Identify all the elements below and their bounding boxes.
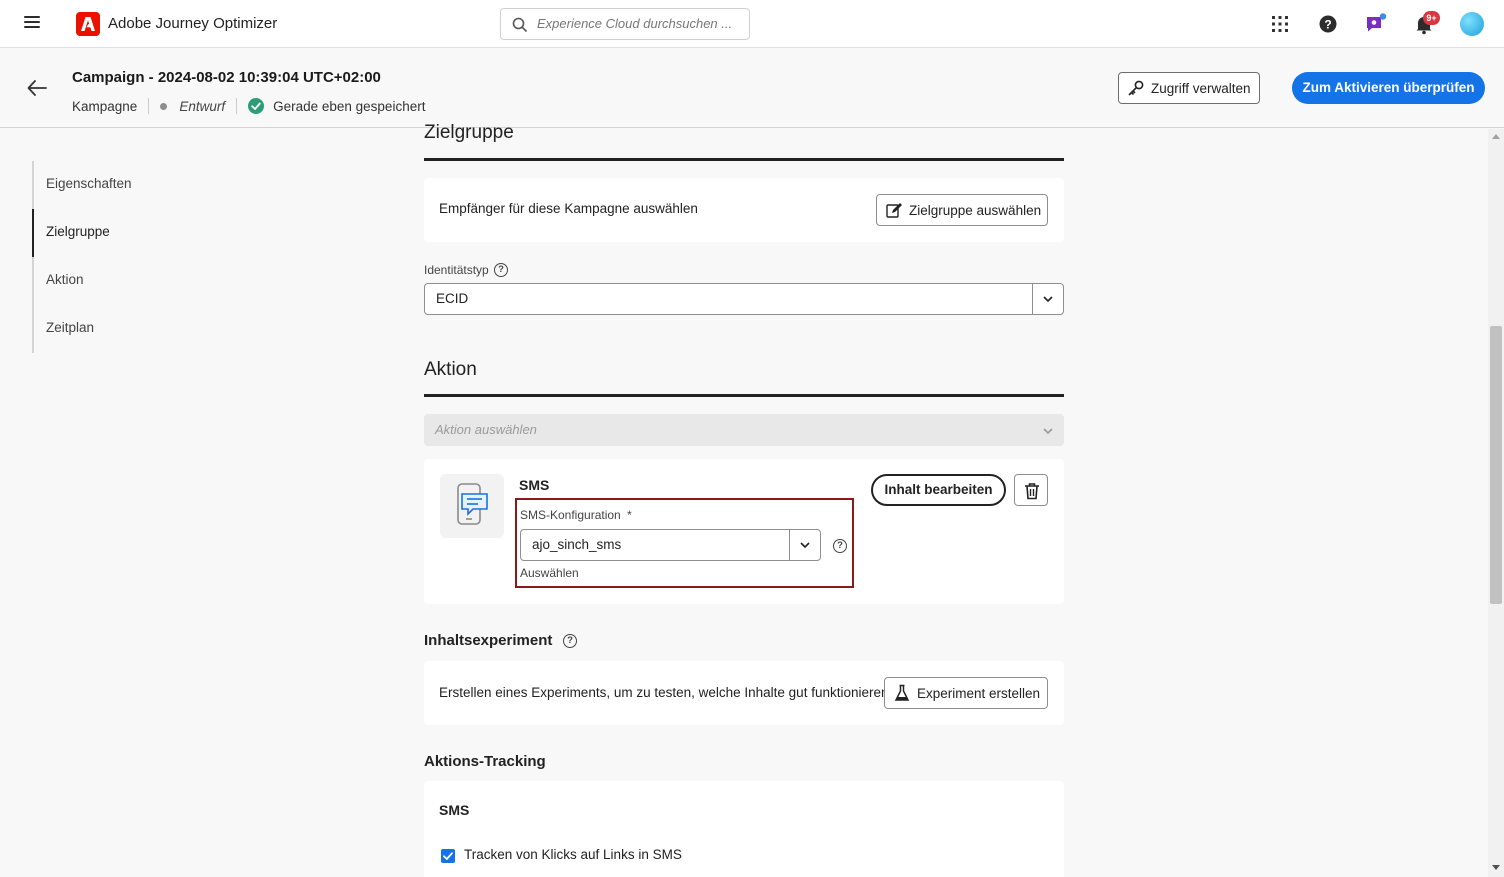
search-field[interactable]: Experience Cloud durchsuchen ... (500, 8, 750, 40)
section-rule (424, 158, 1064, 161)
select-audience-button[interactable]: Zielgruppe auswählen (876, 194, 1048, 226)
campaign-type: Kampagne (72, 98, 138, 114)
edit-content-button[interactable]: Inhalt bearbeiten (871, 474, 1006, 506)
experiment-heading: Inhaltsexperiment (424, 632, 553, 649)
nav-item-zeitplan[interactable]: Zeitplan (46, 320, 94, 335)
experiment-text: Erstellen eines Experiments, um zu teste… (439, 685, 893, 700)
chevron-down-icon (789, 530, 820, 560)
required-marker: * (627, 508, 632, 522)
delete-action-button[interactable] (1014, 474, 1048, 506)
sms-config-hint: Auswählen (520, 566, 579, 580)
identity-type-value: ECID (436, 291, 469, 306)
nav-item-aktion[interactable]: Aktion (46, 272, 84, 287)
sms-config-highlight: SMS-Konfiguration * ajo_sinch_sms ? Ausw… (515, 498, 854, 588)
campaign-meta: Kampagne Entwurf Gerade eben gespeichert (72, 98, 425, 114)
create-experiment-button[interactable]: Experiment erstellen (884, 677, 1048, 709)
manage-access-button[interactable]: Zugriff verwalten (1118, 72, 1260, 104)
action-heading: Aktion (424, 359, 477, 380)
nav-item-eigenschaften[interactable]: Eigenschaften (46, 176, 132, 191)
edit-icon (886, 203, 902, 218)
experiment-help-icon[interactable]: ? (563, 634, 577, 648)
search-icon (512, 17, 528, 33)
sms-config-value: ajo_sinch_sms (532, 537, 622, 552)
track-clicks-checkbox[interactable] (441, 849, 455, 863)
audience-prompt: Empfänger für diese Kampagne auswählen (439, 201, 698, 216)
sms-action-card: SMS SMS-Konfiguration * ajo_sinch_sms ? … (424, 459, 1064, 604)
nav-item-zielgruppe[interactable]: Zielgruppe (46, 224, 110, 239)
divider (236, 98, 238, 114)
campaign-title: Campaign - 2024-08-02 10:39:04 UTC+02:00 (72, 69, 381, 86)
review-to-activate-button[interactable]: Zum Aktivieren überprüfen (1292, 72, 1485, 104)
menu-icon[interactable] (24, 16, 40, 30)
identity-help-icon[interactable]: ? (494, 263, 508, 277)
notification-count-badge: 9+ (1423, 11, 1440, 25)
section-rule (424, 394, 1064, 397)
check-circle-icon (248, 98, 265, 114)
campaign-header: Campaign - 2024-08-02 10:39:04 UTC+02:00… (0, 49, 1504, 128)
key-icon (1128, 80, 1144, 96)
sms-channel-icon (440, 474, 504, 538)
top-bar: Adobe Journey Optimizer Experience Cloud… (0, 0, 1504, 48)
active-indicator (32, 209, 34, 257)
search-placeholder: Experience Cloud durchsuchen ... (537, 16, 733, 31)
svg-text:?: ? (1324, 18, 1331, 32)
channel-title: SMS (519, 477, 550, 493)
status-dot-icon (160, 102, 168, 110)
identity-type-label: Identitätstyp (424, 263, 489, 277)
flask-icon (894, 684, 910, 701)
chevron-down-icon (1043, 428, 1053, 435)
scrollbar-thumb[interactable] (1490, 326, 1502, 604)
divider (148, 98, 150, 114)
section-nav: Eigenschaften Zielgruppe Aktion Zeitplan (32, 161, 232, 353)
create-experiment-label: Experiment erstellen (917, 685, 1041, 701)
user-avatar[interactable] (1460, 12, 1484, 36)
scroll-up-arrow-icon[interactable] (1492, 134, 1500, 139)
experiment-card: Erstellen eines Experiments, um zu teste… (424, 661, 1064, 725)
action-select-dropdown: Aktion auswählen (424, 414, 1064, 446)
tracking-card: SMS Tracken von Klicks auf Links in SMS (424, 781, 1064, 877)
track-clicks-label: Tracken von Klicks auf Links in SMS (464, 847, 682, 862)
app-title: Adobe Journey Optimizer (108, 15, 278, 32)
save-status: Gerade eben gespeichert (273, 98, 426, 114)
sms-config-dropdown[interactable]: ajo_sinch_sms (520, 529, 821, 561)
chat-assistant-icon[interactable] (1364, 12, 1388, 36)
trash-icon (1025, 483, 1039, 500)
adobe-logo-icon[interactable] (76, 12, 100, 36)
tracking-channel-title: SMS (439, 802, 470, 818)
scroll-down-arrow-icon[interactable] (1492, 865, 1500, 870)
chevron-down-icon (1032, 284, 1063, 314)
manage-access-label: Zugriff verwalten (1151, 80, 1251, 96)
status-label: Entwurf (179, 98, 226, 114)
sms-config-label: SMS-Konfiguration * (520, 508, 632, 522)
audience-heading: Zielgruppe (424, 122, 514, 143)
help-icon[interactable]: ? (1316, 12, 1340, 36)
back-arrow-icon[interactable] (27, 80, 47, 96)
identity-type-dropdown[interactable]: ECID (424, 283, 1064, 315)
select-audience-label: Zielgruppe auswählen (909, 202, 1042, 218)
tracking-heading: Aktions-Tracking (424, 753, 546, 770)
sms-config-help-icon[interactable]: ? (833, 539, 847, 553)
action-select-placeholder: Aktion auswählen (435, 422, 537, 437)
apps-grid-icon[interactable] (1268, 12, 1292, 36)
audience-card: Empfänger für diese Kampagne auswählen Z… (424, 178, 1064, 242)
